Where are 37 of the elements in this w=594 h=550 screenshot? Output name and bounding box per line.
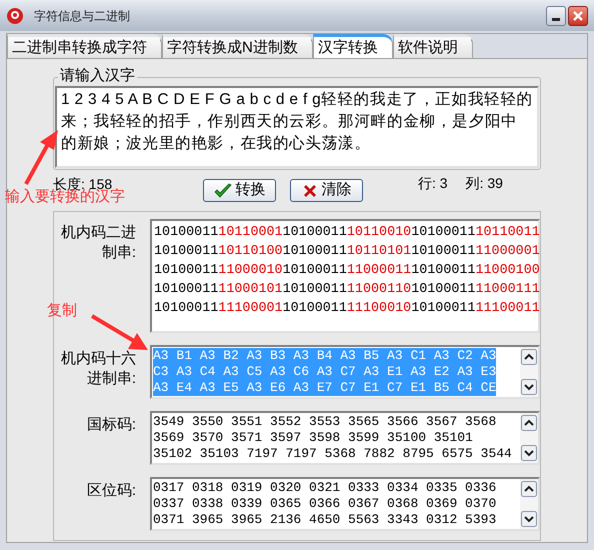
scroll-down-icon[interactable] bbox=[521, 511, 537, 527]
scroll-up-icon[interactable] bbox=[521, 481, 537, 497]
output-label: 区位码: bbox=[86, 481, 136, 501]
binary-output-field[interactable] bbox=[150, 219, 540, 333]
scrollbar[interactable] bbox=[520, 479, 538, 529]
minimize-button[interactable] bbox=[546, 6, 566, 26]
minimize-icon bbox=[552, 18, 560, 20]
code-output-field[interactable]: 3549 3550 3551 3552 3553 3565 3566 3567 3568 3569 3570 3571 3597 3598 3599 35100 35101 35102 35103 7197 7197 5368 7882 8795 6575 3544 bbox=[150, 411, 540, 465]
output-label: 机内码十六进制串: bbox=[60, 349, 136, 389]
column-label: 列: 39 bbox=[466, 174, 503, 193]
cross-icon bbox=[302, 182, 318, 198]
row-label: 行: 3 bbox=[418, 174, 448, 193]
scrollbar[interactable] bbox=[520, 347, 538, 397]
code-text: A3 B1 A3 B2 A3 B3 A3 B4 A3 B5 A3 C1 A3 C2 A3 C3 A3 C4 A3 C5 A3 C6 A3 C7 A3 E1 A3 E2 A3 E3 A3 E4 A3 E5 A3 E6 A3 E7 C7 E1 C7 E1 B5 C4 CE bbox=[153, 348, 496, 396]
clear-button[interactable]: 清除 bbox=[290, 179, 363, 202]
scroll-down-icon[interactable] bbox=[521, 445, 537, 461]
code-output-field[interactable]: 0317 0318 0319 0320 0321 0333 0334 0335 0336 0337 0338 0339 0365 0366 0367 0368 0369 0370 0371 3965 3965 2136 4650 5563 3343 0312 5393 bbox=[150, 477, 540, 531]
group-title: 请输入汉字 bbox=[58, 67, 137, 85]
output-label: 国标码: bbox=[86, 415, 136, 435]
annotation-text: 复制 bbox=[47, 302, 77, 320]
checkmark-icon bbox=[214, 182, 232, 198]
scroll-up-icon[interactable] bbox=[521, 415, 537, 431]
tab[interactable]: 二进制串转换成字符 bbox=[7, 34, 162, 58]
tab[interactable]: 软件说明 bbox=[392, 34, 473, 58]
convert-button[interactable]: 转换 bbox=[203, 179, 276, 202]
window-title: 字符信息与二进制 bbox=[34, 8, 131, 24]
chinese-input-field[interactable]: 1 2 3 4 5 A B C D E F G a b c d e f g轻轻的我走了，正如我轻轻的来；我轻轻的招手，作别西天的云彩。那河畔的金柳，是夕阳中的新娘；波光里的艳影，在我的心头荡漾。 bbox=[55, 86, 539, 168]
scrollbar[interactable] bbox=[520, 413, 538, 463]
scroll-down-icon[interactable] bbox=[521, 379, 537, 395]
tab[interactable]: 汉字转换 bbox=[312, 34, 393, 58]
app-logo-icon bbox=[6, 6, 24, 24]
close-icon bbox=[572, 10, 584, 22]
annotation-arrow bbox=[90, 314, 150, 352]
scroll-up-icon[interactable] bbox=[521, 349, 537, 365]
output-label: 机内码二进制串: bbox=[60, 223, 136, 263]
tab[interactable]: 字符转换成N进制数 bbox=[162, 34, 313, 58]
close-button[interactable] bbox=[568, 6, 588, 26]
